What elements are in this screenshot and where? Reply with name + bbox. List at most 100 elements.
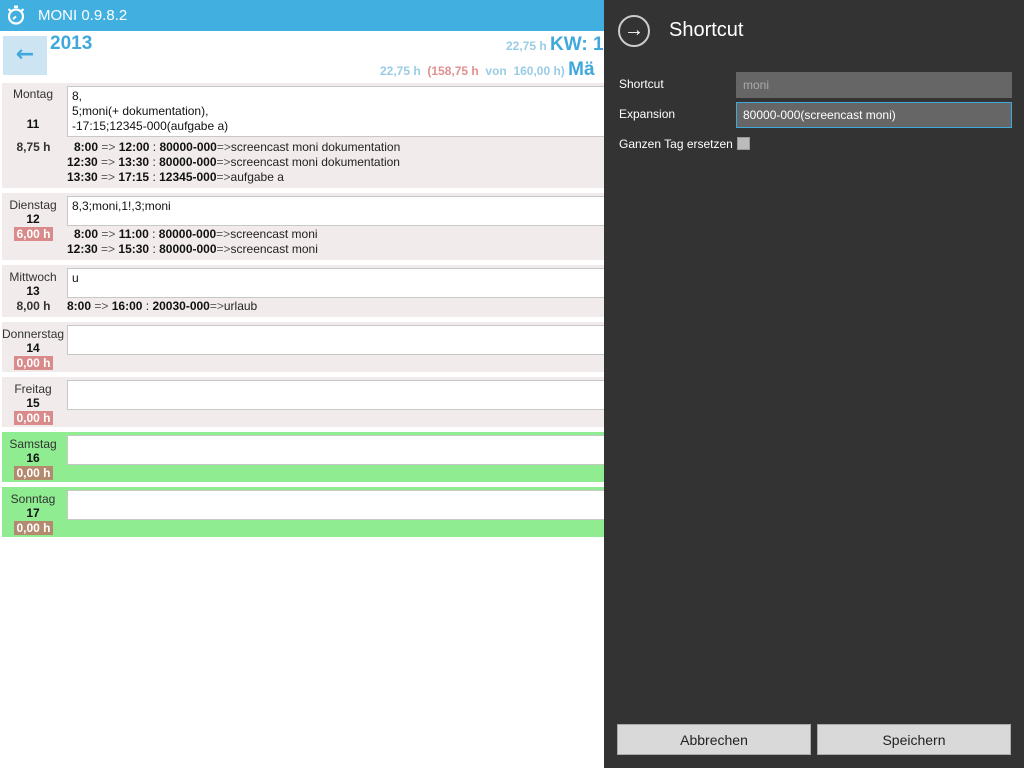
entry-arrow: => xyxy=(209,299,224,313)
day-input[interactable] xyxy=(67,435,604,465)
day-number: 17 xyxy=(26,506,40,520)
day-name: Samstag xyxy=(9,437,57,451)
entry-project: 20030-000 xyxy=(152,299,210,313)
shortcut-input[interactable]: moni xyxy=(736,72,1012,98)
day-hours: 6,00 h xyxy=(14,227,53,241)
month-hours: 22,75 h xyxy=(380,64,421,78)
expansion-input[interactable]: 80000-000(screencast moni) xyxy=(736,102,1012,128)
entry-desc: screencast moni dokumentation xyxy=(230,140,401,154)
entry-arrow: => xyxy=(216,227,231,241)
day-number: 12 xyxy=(26,212,40,226)
day-number: 14 xyxy=(26,341,40,355)
day-input[interactable]: 8, 5;moni(+ dokumentation), -17:15;12345-0… xyxy=(67,86,604,137)
day-name: Donnerstag xyxy=(2,327,65,341)
entry-arrow: => xyxy=(216,170,231,184)
entry-desc: aufgabe a xyxy=(230,170,284,184)
entry-to: 15:30 xyxy=(118,242,150,256)
flyout-back-button[interactable]: → xyxy=(618,15,650,47)
day-row-freitag: Freitag 15 0,00 h xyxy=(2,377,604,427)
entry-from: 13:30 xyxy=(67,170,98,184)
day-input[interactable] xyxy=(67,490,604,520)
entry-desc: screencast moni xyxy=(230,242,318,256)
flyout-title: Shortcut xyxy=(669,19,744,41)
time-entry: 8:00 => 11:00 : 80000-000=>screencast mo… xyxy=(74,227,318,241)
input-line: 8,3;moni,1!,3;moni xyxy=(72,199,171,213)
day-hours: 8,00 h xyxy=(16,299,51,313)
entry-arrow: => xyxy=(216,155,231,169)
day-hours: 0,00 h xyxy=(14,466,53,480)
day-name: Sonntag xyxy=(10,492,56,506)
entry-project: 80000-000 xyxy=(159,155,217,169)
main-view: MONI 0.9.8.2 ← 2013 22,75 h KW: 1 22,75 … xyxy=(0,0,604,768)
entry-arrow: => xyxy=(101,140,116,154)
input-line: -17:15;12345-000(aufgabe a) xyxy=(72,119,229,133)
entry-desc: urlaub xyxy=(223,299,258,313)
day-number: 11 xyxy=(26,117,40,131)
time-entry: 12:30 => 15:30 : 80000-000=>screencast m… xyxy=(67,242,318,256)
entry-project: 80000-000 xyxy=(158,227,217,241)
save-button[interactable]: Speichern xyxy=(817,724,1011,755)
app-title: MONI 0.9.8.2 xyxy=(38,7,128,24)
month-target: 160,00 h) xyxy=(513,64,565,78)
time-entry: 13:30 => 17:15 : 12345-000=>aufgabe a xyxy=(67,170,284,184)
entry-to: 17:15 xyxy=(118,170,150,184)
time-entry: 8:00 => 16:00 : 20030-000=>urlaub xyxy=(67,299,258,313)
day-hours: 0,00 h xyxy=(14,521,53,535)
day-hours: 0,00 h xyxy=(14,411,53,425)
day-input[interactable]: 8,3;moni,1!,3;moni xyxy=(67,196,604,226)
entry-arrow: => xyxy=(101,242,116,256)
day-row-dienstag: Dienstag 12 6,00 h 8,3;moni,1!,3;moni 8:00 =… xyxy=(2,193,604,260)
entry-to: 12:00 xyxy=(118,140,150,154)
day-row-sonntag: Sonntag 17 0,00 h xyxy=(2,487,604,537)
entry-desc: screencast moni xyxy=(230,227,318,241)
entry-from: 8:00 xyxy=(67,299,92,313)
day-row-samstag: Samstag 16 0,00 h xyxy=(2,432,604,482)
day-hours: 8,75 h xyxy=(16,140,51,154)
day-row-montag: Montag 11 8,75 h 8, 5;moni(+ dokumentation),… xyxy=(2,83,604,188)
arrow-right-icon: → xyxy=(624,19,644,41)
shortcut-label: Shortcut xyxy=(619,77,664,91)
replace-day-label: Ganzen Tag ersetzen xyxy=(619,137,733,151)
entry-arrow: => xyxy=(216,242,231,256)
day-name: Montag xyxy=(12,87,54,101)
day-number: 15 xyxy=(26,396,40,410)
month-von: von xyxy=(485,64,507,78)
day-input[interactable] xyxy=(67,325,604,355)
back-button[interactable]: ← xyxy=(3,36,47,75)
entry-desc: screencast moni dokumentation xyxy=(230,155,400,169)
entry-from: 8:00 xyxy=(74,140,99,154)
replace-day-checkbox[interactable] xyxy=(737,137,750,150)
time-entry: 8:00 => 12:00 : 80000-000=>screencast mo… xyxy=(74,140,401,154)
month-summary: 22,75 h (158,75 h von 160,00 h) Mä xyxy=(380,59,595,81)
entry-list: 8:00 => 12:00 : 80000-000=>screencast mo… xyxy=(67,140,400,185)
input-line: 5;moni(+ dokumentation), xyxy=(72,104,209,118)
entry-arrow: => xyxy=(101,170,116,184)
entry-to: 16:00 xyxy=(111,299,143,313)
day-name: Freitag xyxy=(14,382,52,396)
entry-list: 8:00 => 11:00 : 80000-000=>screencast mo… xyxy=(67,227,318,257)
month-open-hours: (158,75 h xyxy=(427,64,479,78)
day-input[interactable]: u xyxy=(67,268,604,298)
cancel-button[interactable]: Abbrechen xyxy=(617,724,811,755)
day-name: Mittwoch xyxy=(9,270,57,284)
month-label: Mä xyxy=(568,59,595,80)
week-label: KW: 1 xyxy=(550,34,604,55)
entry-to: 11:00 xyxy=(118,227,149,241)
entry-project: 80000-000 xyxy=(159,242,217,256)
year-label: 2013 xyxy=(50,33,93,54)
entry-from: 8:00 xyxy=(74,227,99,241)
day-input[interactable] xyxy=(67,380,604,410)
entry-arrow: => xyxy=(101,155,116,169)
entry-arrow: => xyxy=(101,227,116,241)
entry-from: 12:30 xyxy=(67,155,98,169)
expansion-label: Expansion xyxy=(619,107,676,121)
input-line: 8, xyxy=(72,89,83,103)
day-row-donnerstag: Donnerstag 14 0,00 h xyxy=(2,322,604,372)
day-number: 16 xyxy=(26,451,40,465)
entry-list: 8:00 => 16:00 : 20030-000=>urlaub xyxy=(67,299,257,314)
week-hours: 22,75 h xyxy=(506,39,547,53)
entry-from: 12:30 xyxy=(67,242,98,256)
day-number: 13 xyxy=(26,284,40,298)
entry-arrow: => xyxy=(94,299,109,313)
arrow-left-icon: ← xyxy=(15,42,35,67)
